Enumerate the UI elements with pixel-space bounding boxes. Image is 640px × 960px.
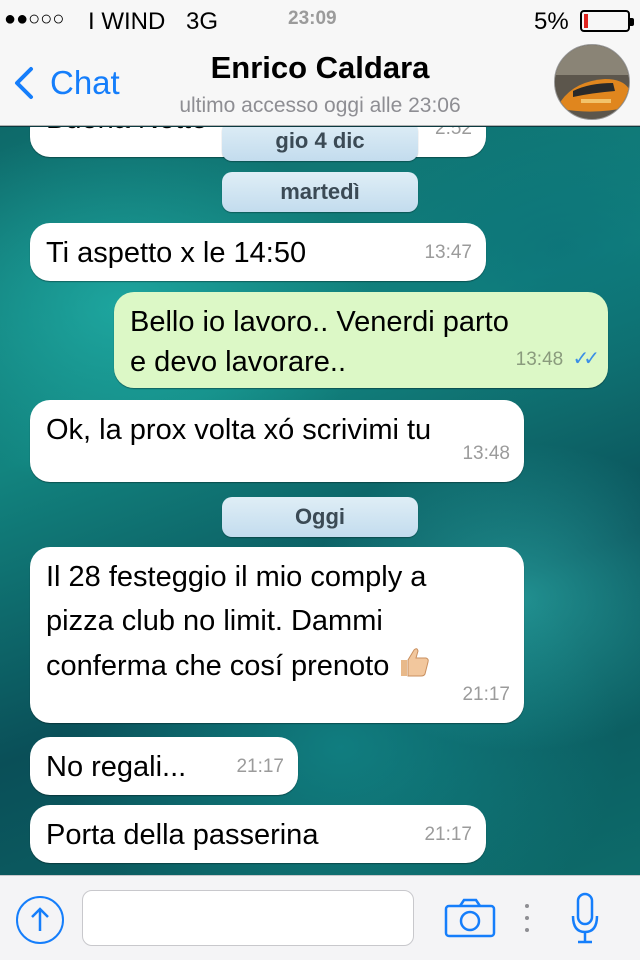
- message-text: Porta della passerina: [46, 819, 319, 851]
- message-text: conferma che cosí prenoto: [46, 650, 390, 682]
- message-text: No regali...: [46, 751, 187, 783]
- message-time: 2:52: [435, 127, 472, 139]
- avatar[interactable]: [554, 44, 630, 120]
- message-text-line: pizza club no limit. Dammi: [46, 605, 383, 637]
- avatar-image: [555, 45, 629, 119]
- carrier-name: I WIND: [88, 8, 166, 35]
- more-dots-icon: [522, 900, 532, 936]
- input-bar: [0, 875, 640, 960]
- message-text-line: conferma che cosí prenoto: [46, 645, 508, 686]
- message-bubble[interactable]: No regali... 21:17: [30, 737, 298, 795]
- message-bubble[interactable]: Ti aspetto x le 14:50 13:47: [30, 223, 486, 281]
- message-bubble[interactable]: Porta della passerina 21:17: [30, 805, 486, 863]
- message-input[interactable]: [82, 890, 414, 946]
- upload-button[interactable]: [16, 896, 64, 944]
- message-bubble[interactable]: Bello io lavoro.. Venerdi parto e devo l…: [114, 292, 608, 388]
- date-separator: martedì: [222, 172, 418, 212]
- date-separator: gio 4 dic: [222, 127, 418, 161]
- upload-icon: [31, 907, 49, 931]
- status-bar: ●●○○○ I WIND 3G 23:09 5%: [0, 0, 640, 40]
- message-time: 21:17: [424, 824, 472, 845]
- back-label: Chat: [50, 64, 120, 101]
- last-seen: ultimo accesso oggi alle 23:06: [179, 94, 461, 117]
- status-time: 23:09: [288, 8, 337, 29]
- message-text-line: Il 28 festeggio il mio comply a: [46, 561, 427, 593]
- nav-bar: Chat Enrico Caldara ultimo accesso oggi …: [0, 40, 640, 126]
- back-button[interactable]: Chat: [14, 64, 120, 102]
- message-time: 13:48 ✓✓: [515, 339, 600, 380]
- battery-level: [584, 14, 588, 28]
- read-ticks-icon: ✓✓: [572, 348, 599, 370]
- mic-button[interactable]: [570, 892, 600, 946]
- thumbs-up-emoji: [401, 648, 430, 677]
- contact-name: Enrico Caldara: [210, 50, 430, 85]
- message-bubble[interactable]: Il 28 festeggio il mio comply a pizza cl…: [30, 547, 524, 723]
- date-separator: Oggi: [222, 497, 418, 537]
- message-bubble[interactable]: Ok, la prox volta xó scrivimi tu 13:48: [30, 400, 524, 482]
- message-time: 13:47: [424, 242, 472, 263]
- message-time: 21:17: [462, 684, 510, 705]
- mic-icon: [571, 892, 599, 944]
- chat-area[interactable]: Buona Notte 2:52 gio 4 dic martedì Ti as…: [0, 127, 640, 875]
- signal-strength: ●●○○○: [4, 8, 65, 30]
- message-text: Ok, la prox volta xó scrivimi tu: [46, 414, 432, 446]
- battery-percentage: 5%: [534, 8, 569, 35]
- camera-button[interactable]: [444, 898, 496, 938]
- contact-header[interactable]: Enrico Caldara ultimo accesso oggi alle …: [120, 50, 520, 118]
- message-time: 21:17: [236, 756, 284, 777]
- back-chevron-icon: [15, 67, 33, 99]
- camera-icon: [444, 898, 496, 938]
- message-time-text: 13:48: [515, 349, 564, 370]
- network-type: 3G: [186, 8, 219, 35]
- message-text-line: Bello io lavoro.. Venerdi parto: [130, 306, 509, 338]
- message-text: Ti aspetto x le 14:50: [46, 237, 307, 269]
- battery-icon: [580, 10, 634, 32]
- message-time: 13:48: [462, 443, 510, 464]
